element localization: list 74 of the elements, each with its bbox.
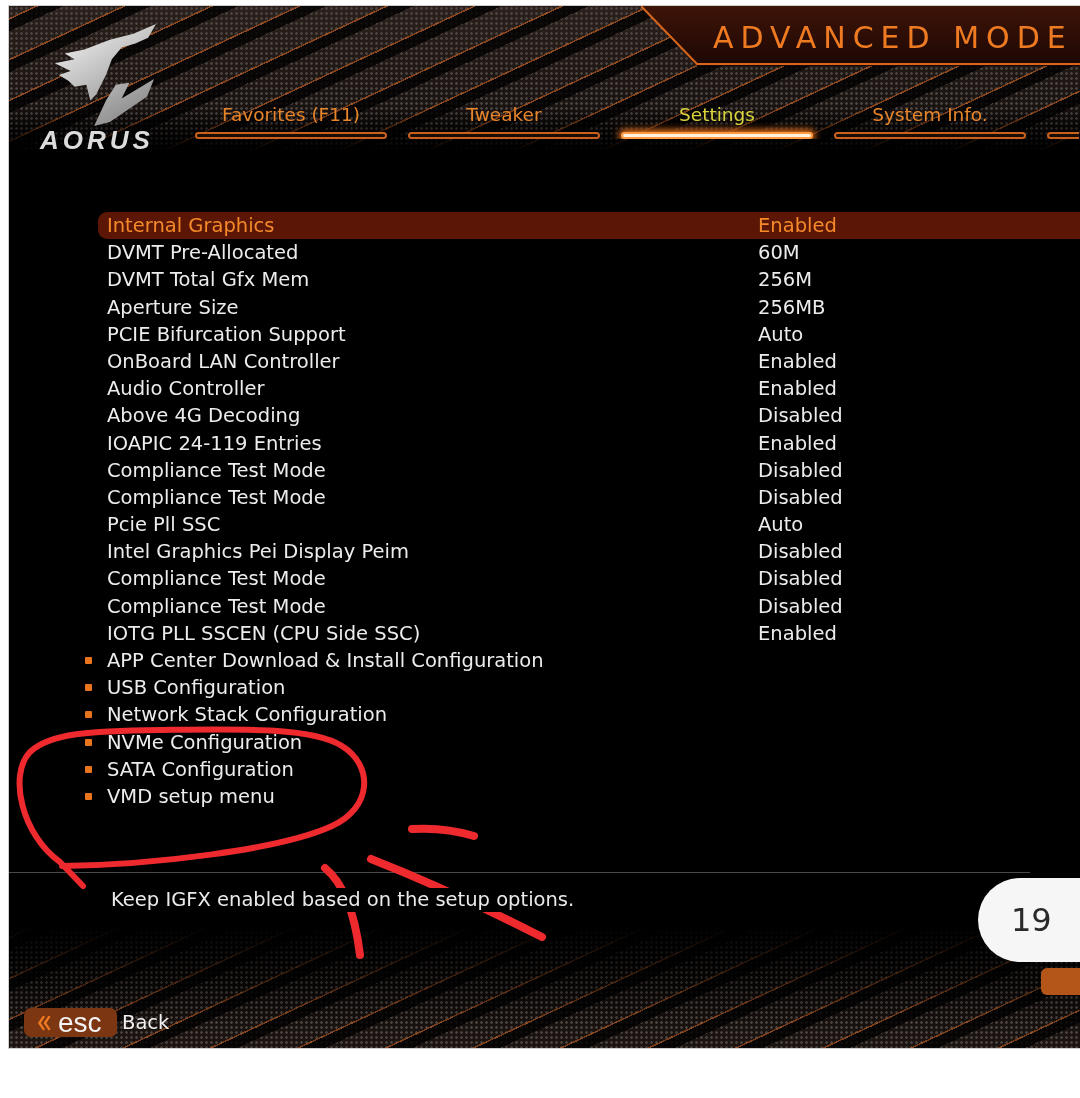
setting-row[interactable]: Internal Graphics Enabled [98,212,1080,240]
page-number-badge: 19 [978,878,1080,962]
setting-value: Enabled [758,376,837,403]
bullet-icon [85,765,92,773]
submenu-item[interactable]: SATA Configuration [80,755,302,783]
setting-value: Disabled [758,593,843,620]
setting-label: Compliance Test Mode [107,457,327,484]
bullet-icon [85,793,92,801]
bullet-icon [85,711,92,719]
setting-row[interactable]: Compliance Test Mode Disabled [98,565,851,593]
setting-label: OnBoard LAN Controller [107,348,341,375]
tab[interactable]: Favorites (F11) [195,103,387,139]
setting-row[interactable]: Compliance Test Mode Disabled [98,592,851,620]
setting-value: Disabled [758,566,843,593]
setting-value: 60M [758,240,800,267]
setting-label: Compliance Test Mode [107,566,327,593]
setting-row[interactable]: Intel Graphics Pei Display Peim Disabled [98,538,851,566]
mode-title: ADVANCED MODE [713,21,1073,55]
setting-value: 256MB [758,294,826,321]
setting-row[interactable]: Audio Controller Enabled [98,375,845,403]
setting-value: Disabled [758,457,843,484]
setting-label: Compliance Test Mode [107,484,327,511]
tab-underline [1047,132,1079,139]
setting-label: Aperture Size [107,294,240,321]
submenu-item[interactable]: VMD setup menu [80,782,283,811]
bullet-icon [85,657,92,665]
tab[interactable]: Tweaker [408,103,600,139]
submenu-item[interactable]: Network Stack Configuration [80,701,396,729]
setting-row[interactable]: OnBoard LAN Controller Enabled [98,347,845,376]
setting-label: Compliance Test Mode [107,593,327,620]
footer-button[interactable] [1041,968,1080,995]
setting-row[interactable]: IOTG PLL SSCEN (CPU Side SSC) Enabled [98,619,845,647]
setting-value: Enabled [758,430,837,457]
setting-row[interactable]: PCIE Bifurcation Support Auto [98,320,812,348]
setting-label: IOAPIC 24-119 Entries [107,430,323,457]
setting-label: Intel Graphics Pei Display Peim [107,539,410,566]
setting-value: Auto [758,512,804,539]
setting-label: Above 4G Decoding [107,403,302,430]
bullet-icon [85,684,92,692]
setting-value: Auto [758,321,804,348]
help-text: Keep IGFX enabled based on the setup options. [111,888,575,912]
submenu-item[interactable]: NVMe Configuration [80,728,311,756]
setting-label: DVMT Total Gfx Mem [107,267,311,294]
brand-name: AORUS [40,129,154,151]
annotation-stroke [408,824,478,840]
setting-row[interactable]: DVMT Pre-Allocated 60M [98,239,808,267]
setting-value: 256M [758,267,813,294]
setting-label: Audio Controller [107,376,266,403]
setting-value: Enabled [758,620,837,647]
submenu-item[interactable]: APP Center Download & Install Configuration [80,647,552,675]
setting-label: IOTG PLL SSCEN (CPU Side SSC) [107,620,422,647]
setting-row[interactable]: Pcie Pll SSC Auto [98,511,812,539]
tab[interactable]: System Info. [834,103,1026,139]
setting-label: Internal Graphics [107,213,276,239]
setting-row[interactable]: DVMT Total Gfx Mem 256M [98,266,821,294]
setting-row[interactable]: IOAPIC 24-119 Entries Enabled [98,429,845,457]
setting-row[interactable]: Compliance Test Mode Disabled [98,483,851,512]
setting-label: PCIE Bifurcation Support [107,321,347,348]
setting-value: Enabled [758,348,837,375]
setting-value: Enabled [758,213,837,239]
setting-label: Pcie Pll SSC [107,512,222,539]
setting-value: Disabled [758,539,843,566]
esc-key-button[interactable]: esc [24,1008,117,1037]
setting-row[interactable]: Aperture Size 256MB [98,293,834,321]
submenu-item[interactable]: USB Configuration [80,674,294,702]
double-chevron-icon [37,1014,51,1031]
tab[interactable]: Settings [621,103,813,139]
setting-label: DVMT Pre-Allocated [107,240,300,267]
setting-value: Disabled [758,484,843,511]
setting-value: Disabled [758,403,843,430]
bullet-icon [85,738,92,746]
back-label: Back [122,1010,170,1035]
setting-row[interactable]: Above 4G Decoding Disabled [98,402,851,430]
setting-row[interactable]: Compliance Test Mode Disabled [98,456,851,484]
